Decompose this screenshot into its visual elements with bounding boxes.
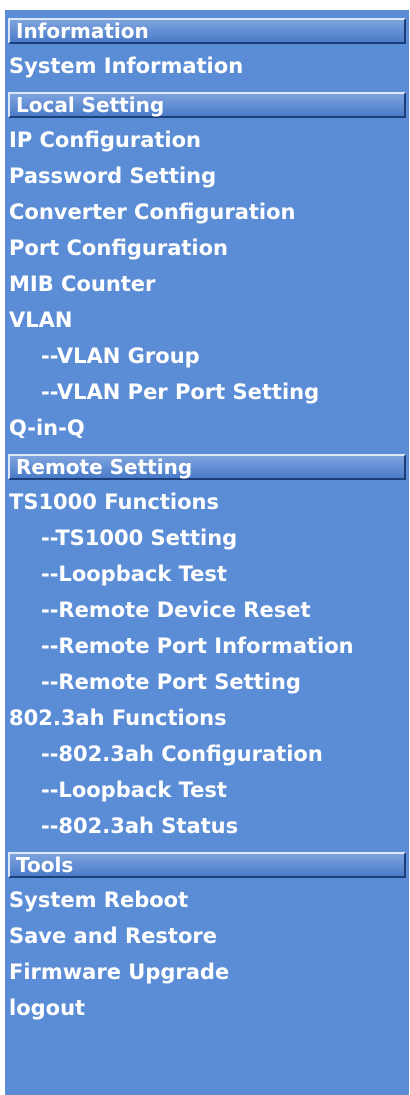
- menu-item-vlan-per-port-setting[interactable]: --VLAN Per Port Setting: [5, 374, 409, 410]
- menu-item-password-setting[interactable]: Password Setting: [5, 158, 409, 194]
- menu-item-save-and-restore[interactable]: Save and Restore: [5, 918, 409, 954]
- menu-item-logout[interactable]: logout: [5, 990, 409, 1026]
- menu-item-firmware-upgrade[interactable]: Firmware Upgrade: [5, 954, 409, 990]
- menu-item-q-in-q[interactable]: Q-in-Q: [5, 410, 409, 446]
- menu-item-8023ah-functions[interactable]: 802.3ah Functions: [5, 700, 409, 736]
- menu-item-system-information[interactable]: System Information: [5, 48, 409, 84]
- menu-item-8023ah-configuration[interactable]: --802.3ah Configuration: [5, 736, 409, 772]
- section-tools: Tools System Reboot Save and Restore Fir…: [5, 852, 409, 1026]
- menu-item-ts1000-loopback-test[interactable]: --Loopback Test: [5, 556, 409, 592]
- menu-item-8023ah-loopback-test[interactable]: --Loopback Test: [5, 772, 409, 808]
- section-header-local-setting: Local Setting: [8, 92, 406, 118]
- menu-item-converter-configuration[interactable]: Converter Configuration: [5, 194, 409, 230]
- section-local-setting: Local Setting IP Configuration Password …: [5, 92, 409, 446]
- section-remote-setting: Remote Setting TS1000 Functions --TS1000…: [5, 454, 409, 844]
- menu-item-ts1000-functions[interactable]: TS1000 Functions: [5, 484, 409, 520]
- section-header-information: Information: [8, 18, 406, 44]
- section-information: Information System Information: [5, 18, 409, 84]
- menu-item-remote-port-information[interactable]: --Remote Port Information: [5, 628, 409, 664]
- menu-item-vlan[interactable]: VLAN: [5, 302, 409, 338]
- menu-item-port-configuration[interactable]: Port Configuration: [5, 230, 409, 266]
- menu-item-system-reboot[interactable]: System Reboot: [5, 882, 409, 918]
- menu-item-remote-device-reset[interactable]: --Remote Device Reset: [5, 592, 409, 628]
- section-header-remote-setting: Remote Setting: [8, 454, 406, 480]
- menu-item-ts1000-setting[interactable]: --TS1000 Setting: [5, 520, 409, 556]
- sidebar-menu: Information System Information Local Set…: [5, 10, 409, 1095]
- menu-item-mib-counter[interactable]: MIB Counter: [5, 266, 409, 302]
- menu-item-vlan-group[interactable]: --VLAN Group: [5, 338, 409, 374]
- menu-item-8023ah-status[interactable]: --802.3ah Status: [5, 808, 409, 844]
- menu-item-remote-port-setting[interactable]: --Remote Port Setting: [5, 664, 409, 700]
- menu-item-ip-configuration[interactable]: IP Configuration: [5, 122, 409, 158]
- section-header-tools: Tools: [8, 852, 406, 878]
